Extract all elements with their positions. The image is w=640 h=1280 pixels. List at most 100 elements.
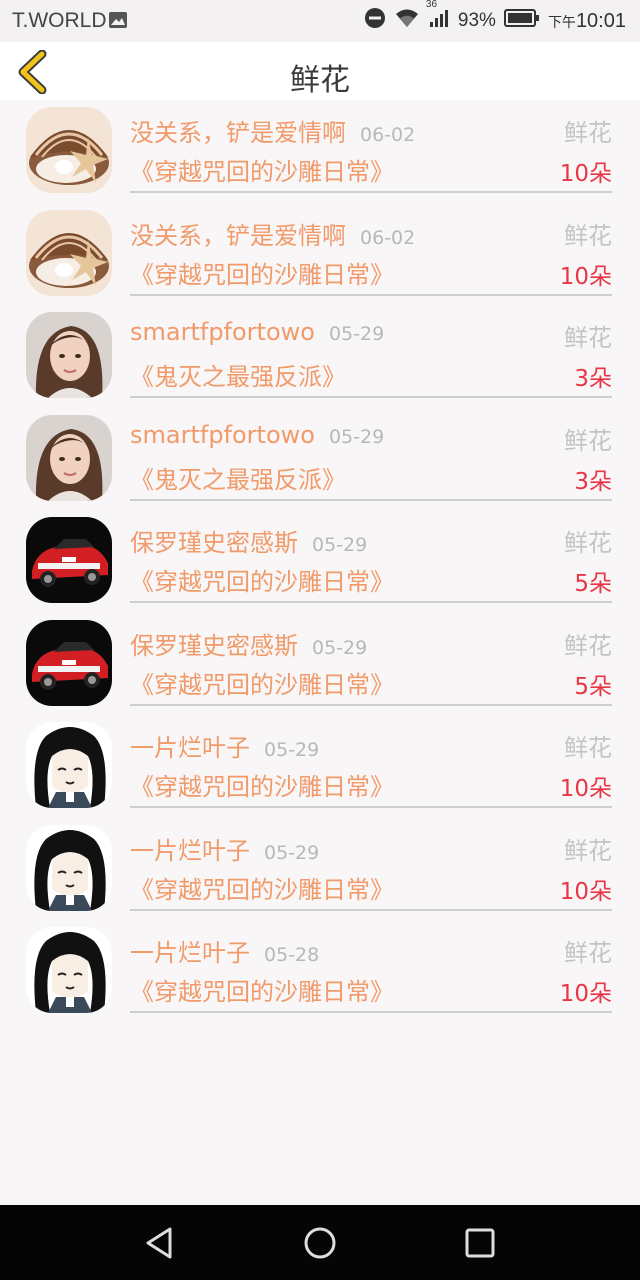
divider xyxy=(130,396,612,398)
circle-home-icon xyxy=(304,1227,336,1259)
nav-home-button[interactable] xyxy=(302,1225,338,1261)
sender-name-line: 一片烂叶子 05-28 xyxy=(130,933,319,968)
gift-count: 5朵 xyxy=(574,571,612,597)
book-title[interactable]: 《穿越咒回的沙雕日常》 xyxy=(130,152,394,187)
gift-date: 05-29 xyxy=(264,841,320,864)
sender-name[interactable]: 一片烂叶子 xyxy=(130,837,250,865)
avatar[interactable] xyxy=(26,209,112,296)
gift-count: 10朵 xyxy=(559,776,612,802)
gift-date: 06-02 xyxy=(360,226,416,249)
sender-name[interactable]: 一片烂叶子 xyxy=(130,939,250,967)
gift-type: 鲜花 xyxy=(564,426,612,455)
avatar[interactable] xyxy=(26,927,112,1013)
battery-percent: 93% xyxy=(457,10,496,31)
gift-date: 05-29 xyxy=(328,425,385,448)
gift-date: 06-02 xyxy=(360,124,416,146)
gift-count: 3朵 xyxy=(574,468,612,495)
gift-type: 鲜花 xyxy=(564,939,612,967)
list-item[interactable]: smartfpfortowo 05-29 鲜花《鬼灭之最强反派》 3朵 xyxy=(0,305,640,408)
signal-icon: 36 xyxy=(426,0,450,35)
sender-name[interactable]: smartfpfortowo xyxy=(130,318,315,346)
avatar[interactable] xyxy=(26,414,112,501)
gift-type: 鲜花 xyxy=(564,836,612,865)
sender-name[interactable]: smartfpfortowo xyxy=(130,421,315,449)
sender-name-line: 一片烂叶子 05-29 xyxy=(130,831,319,866)
gift-type: 鲜花 xyxy=(564,529,612,557)
book-title[interactable]: 《穿越咒回的沙雕日常》 xyxy=(130,255,394,290)
clock: 下午10:01 xyxy=(548,10,626,33)
book-title[interactable]: 《穿越咒回的沙雕日常》 xyxy=(130,767,394,802)
list-item[interactable]: 保罗瑾史密感斯 05-29 鲜花《穿越咒回的沙雕日常》 5朵 xyxy=(0,510,640,613)
sender-name-line: smartfpfortowo 05-29 xyxy=(130,421,384,449)
divider xyxy=(130,191,612,193)
avatar[interactable] xyxy=(26,517,112,603)
book-title[interactable]: 《鬼灭之最强反派》 xyxy=(130,460,346,495)
divider xyxy=(130,293,612,296)
sender-name[interactable]: 保罗瑾史密感斯 xyxy=(130,632,298,660)
divider xyxy=(130,498,612,501)
image-notification-icon xyxy=(108,10,128,30)
sender-name[interactable]: 保罗瑾史密感斯 xyxy=(130,529,298,557)
clock-time: 10:01 xyxy=(575,9,626,32)
gift-type: 鲜花 xyxy=(564,221,612,250)
sender-name-line: 保罗瑾史密感斯 05-29 xyxy=(130,523,367,558)
carrier-label: T.WORLD xyxy=(12,9,107,32)
nav-recents-button[interactable] xyxy=(462,1225,498,1261)
divider xyxy=(130,908,612,911)
sender-name[interactable]: 一片烂叶子 xyxy=(130,734,250,762)
title-bar: 鲜花 xyxy=(0,42,640,100)
list-item[interactable]: smartfpfortowo 05-29 鲜花《鬼灭之最强反派》 3朵 xyxy=(0,408,640,511)
clock-prefix: 下午 xyxy=(547,13,576,30)
gift-count: 5朵 xyxy=(574,673,612,700)
sender-name-line: 没关系，铲是爱情啊 06-02 xyxy=(130,113,415,148)
list-item[interactable]: 一片烂叶子 05-28 鲜花《穿越咒回的沙雕日常》 10朵 xyxy=(0,920,640,1023)
sender-name-line: 没关系，铲是爱情啊 06-02 xyxy=(130,216,415,251)
divider xyxy=(130,703,612,706)
gift-type: 鲜花 xyxy=(564,631,612,660)
gift-date: 05-29 xyxy=(264,739,320,761)
sender-name[interactable]: 没关系，铲是爱情啊 xyxy=(130,222,346,250)
book-title[interactable]: 《穿越咒回的沙雕日常》 xyxy=(130,562,394,597)
gift-count: 10朵 xyxy=(559,981,612,1007)
flower-gift-list: 没关系，铲是爱情啊 06-02 鲜花 《穿越咒回的沙雕日常》 10朵 没关系，铲是爱情啊 0… xyxy=(0,100,640,1023)
gift-count: 10朵 xyxy=(559,161,612,187)
sender-name-line: 一片烂叶子 05-29 xyxy=(130,728,319,763)
battery-icon xyxy=(503,8,540,34)
sender-name-line: 保罗瑾史密感斯 05-29 xyxy=(130,626,367,661)
gift-date: 05-28 xyxy=(264,944,320,966)
divider xyxy=(130,1011,612,1013)
gift-count: 3朵 xyxy=(574,366,612,392)
square-recents-icon xyxy=(465,1228,495,1258)
divider xyxy=(130,806,612,808)
gift-count: 10朵 xyxy=(559,878,612,905)
gift-type: 鲜花 xyxy=(564,119,612,147)
gift-type: 鲜花 xyxy=(564,324,612,352)
gift-type: 鲜花 xyxy=(564,734,612,762)
avatar[interactable] xyxy=(26,824,112,911)
nav-back-button[interactable] xyxy=(142,1225,178,1261)
gift-date: 05-29 xyxy=(312,534,368,556)
sender-name-line: smartfpfortowo 05-29 xyxy=(130,318,384,346)
triangle-back-icon xyxy=(146,1227,172,1259)
list-item[interactable]: 一片烂叶子 05-29 鲜花《穿越咒回的沙雕日常》 10朵 xyxy=(0,715,640,818)
book-title[interactable]: 《鬼灭之最强反派》 xyxy=(130,357,346,392)
list-item[interactable]: 没关系，铲是爱情啊 06-02 鲜花《穿越咒回的沙雕日常》 10朵 xyxy=(0,100,640,203)
list-item[interactable]: 一片烂叶子 05-29 鲜花《穿越咒回的沙雕日常》 10朵 xyxy=(0,818,640,921)
book-title[interactable]: 《穿越咒回的沙雕日常》 xyxy=(130,972,394,1007)
navigation-bar xyxy=(0,1205,640,1280)
avatar[interactable] xyxy=(26,619,112,706)
divider xyxy=(130,601,612,603)
avatar[interactable] xyxy=(26,312,112,398)
network-type-label: 36 xyxy=(425,0,438,10)
avatar[interactable] xyxy=(26,722,112,808)
list-item[interactable]: 没关系，铲是爱情啊 06-02 鲜花《穿越咒回的沙雕日常》 10朵 xyxy=(0,203,640,306)
avatar[interactable] xyxy=(26,107,112,193)
do-not-disturb-icon xyxy=(364,7,386,35)
sender-name[interactable]: 没关系，铲是爱情啊 xyxy=(130,119,346,147)
list-item[interactable]: 保罗瑾史密感斯 05-29 鲜花《穿越咒回的沙雕日常》 5朵 xyxy=(0,613,640,716)
status-bar: T.WORLD 36 93% 下午10:01 xyxy=(0,0,640,42)
book-title[interactable]: 《穿越咒回的沙雕日常》 xyxy=(130,665,394,700)
gift-count: 10朵 xyxy=(559,263,612,290)
gift-date: 05-29 xyxy=(328,323,385,345)
book-title[interactable]: 《穿越咒回的沙雕日常》 xyxy=(130,870,394,905)
